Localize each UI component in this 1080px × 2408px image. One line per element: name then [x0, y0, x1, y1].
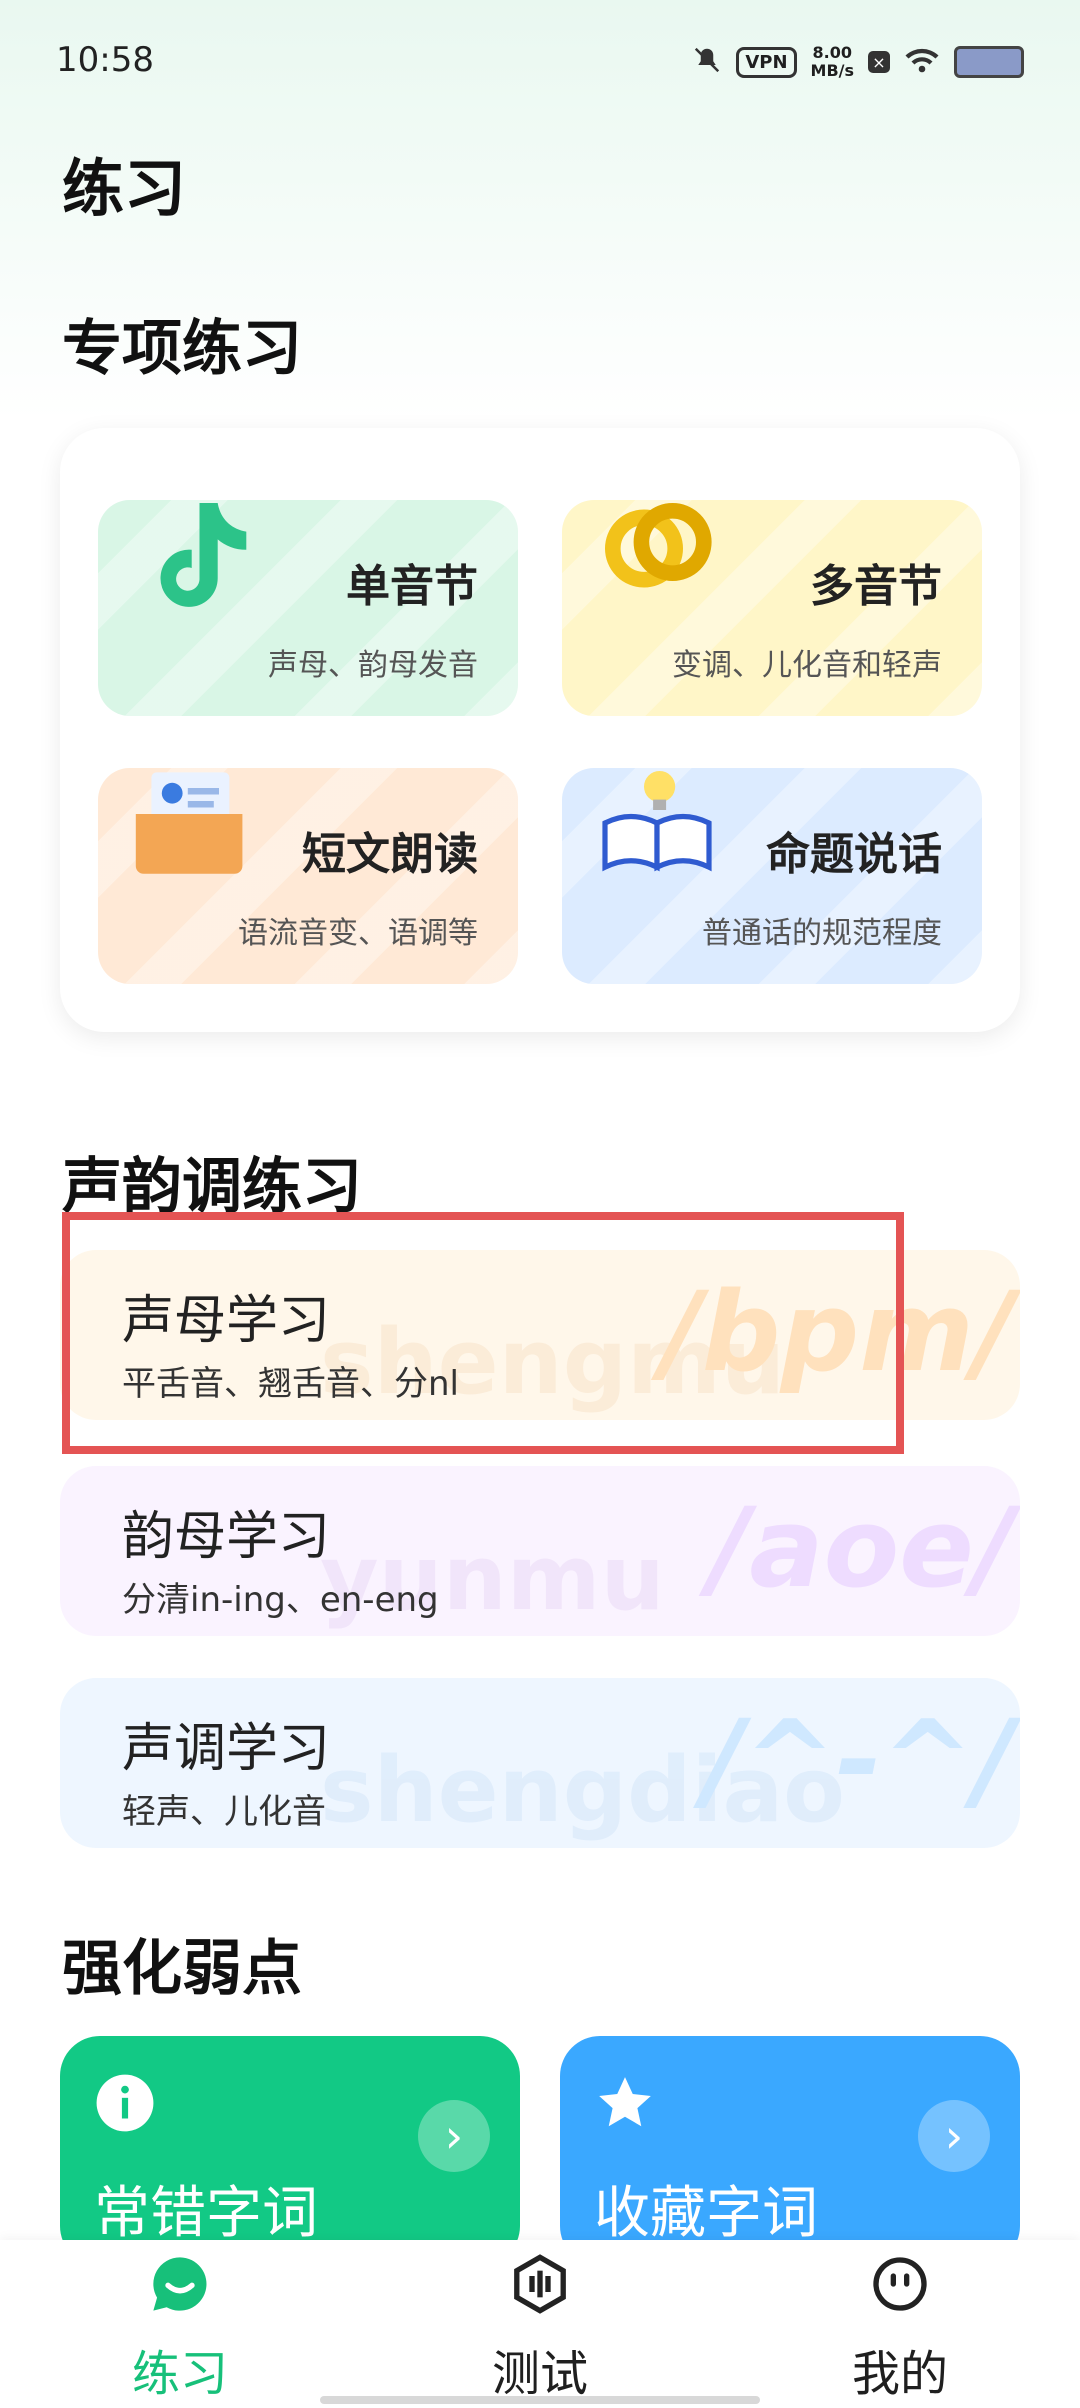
book-bulb-icon — [592, 768, 722, 888]
tile-topic-speaking[interactable]: 命题说话 普通话的规范程度 — [562, 768, 982, 984]
row-watermark: /^-^/ — [703, 1696, 1014, 1824]
network-speed-unit: MB/s — [810, 61, 854, 80]
ring-links-icon — [592, 500, 722, 620]
card-favorites[interactable]: 收藏字词 › — [560, 2036, 1020, 2266]
tile-single-syllable[interactable]: 单音节 声母、韵母发音 — [98, 500, 518, 716]
test-hex-icon — [508, 2252, 572, 2316]
nav-label: 我的 — [851, 2346, 948, 2402]
section-title-weak: 强化弱点 — [62, 1934, 302, 2004]
status-time: 10:58 — [56, 40, 154, 80]
tile-subtitle: 变调、儿化音和轻声 — [672, 648, 942, 683]
row-finals[interactable]: yunmu /aoe/ 韵母学习 分清in-ing、en-eng — [60, 1466, 1020, 1636]
profile-face-icon — [868, 2252, 932, 2316]
home-indicator[interactable] — [320, 2396, 760, 2404]
chevron-right-icon[interactable]: › — [918, 2100, 990, 2172]
tile-short-reading[interactable]: 短文朗读 语流音变、语调等 — [98, 768, 518, 984]
star-icon — [594, 2072, 656, 2134]
page-title: 练习 — [62, 152, 187, 225]
close-box-icon: × — [868, 51, 890, 73]
nav-item-test[interactable]: 测试 — [430, 2240, 650, 2408]
card-label: 收藏字词 — [594, 2181, 818, 2246]
row-subtitle: 轻声、儿化音 — [122, 1792, 326, 1832]
nav-item-profile[interactable]: 我的 — [790, 2240, 1010, 2408]
nav-label: 测试 — [491, 2346, 588, 2402]
row-tones[interactable]: shengdiao /^-^/ 声调学习 轻声、儿化音 — [60, 1678, 1020, 1848]
nav-label: 练习 — [131, 2346, 228, 2402]
envelope-icon — [128, 768, 258, 892]
tile-title: 短文朗读 — [302, 829, 478, 880]
nav-item-practice[interactable]: 练习 — [70, 2240, 290, 2408]
special-practice-card: 单音节 声母、韵母发音 多音节 变调、儿化音和轻声 短文朗读 语流音变、语调等 — [60, 428, 1020, 1032]
row-subtitle: 分清in-ing、en-eng — [122, 1580, 439, 1620]
network-speed: 8.00 MB/s — [811, 44, 854, 80]
wifi-icon — [904, 46, 940, 78]
card-label: 常错字词 — [94, 2181, 318, 2246]
network-speed-value: 8.00 — [812, 43, 852, 62]
highlight-box — [62, 1212, 904, 1454]
tile-subtitle: 声母、韵母发音 — [268, 648, 478, 683]
tile-subtitle: 语流音变、语调等 — [238, 916, 478, 951]
row-watermark: /aoe/ — [709, 1484, 1014, 1612]
bottom-nav: 练习 测试 我的 — [0, 2240, 1080, 2408]
music-note-icon — [128, 500, 258, 620]
section-title-special: 专项练习 — [62, 314, 302, 384]
info-icon — [94, 2072, 156, 2134]
battery-icon — [954, 46, 1024, 78]
row-title: 声调学习 — [122, 1719, 331, 1779]
status-icons: VPN 8.00 MB/s × — [692, 44, 1024, 80]
mute-bell-icon — [692, 45, 722, 79]
chevron-right-icon[interactable]: › — [418, 2100, 490, 2172]
chat-smile-icon — [148, 2252, 212, 2316]
tile-multi-syllable[interactable]: 多音节 变调、儿化音和轻声 — [562, 500, 982, 716]
tile-title: 单音节 — [346, 561, 478, 612]
vpn-badge: VPN — [736, 46, 797, 78]
tile-title: 多音节 — [810, 561, 942, 612]
tile-subtitle: 普通话的规范程度 — [702, 916, 942, 951]
card-common-errors[interactable]: 常错字词 › — [60, 2036, 520, 2266]
row-title: 韵母学习 — [122, 1507, 331, 1567]
tile-title: 命题说话 — [766, 829, 942, 880]
